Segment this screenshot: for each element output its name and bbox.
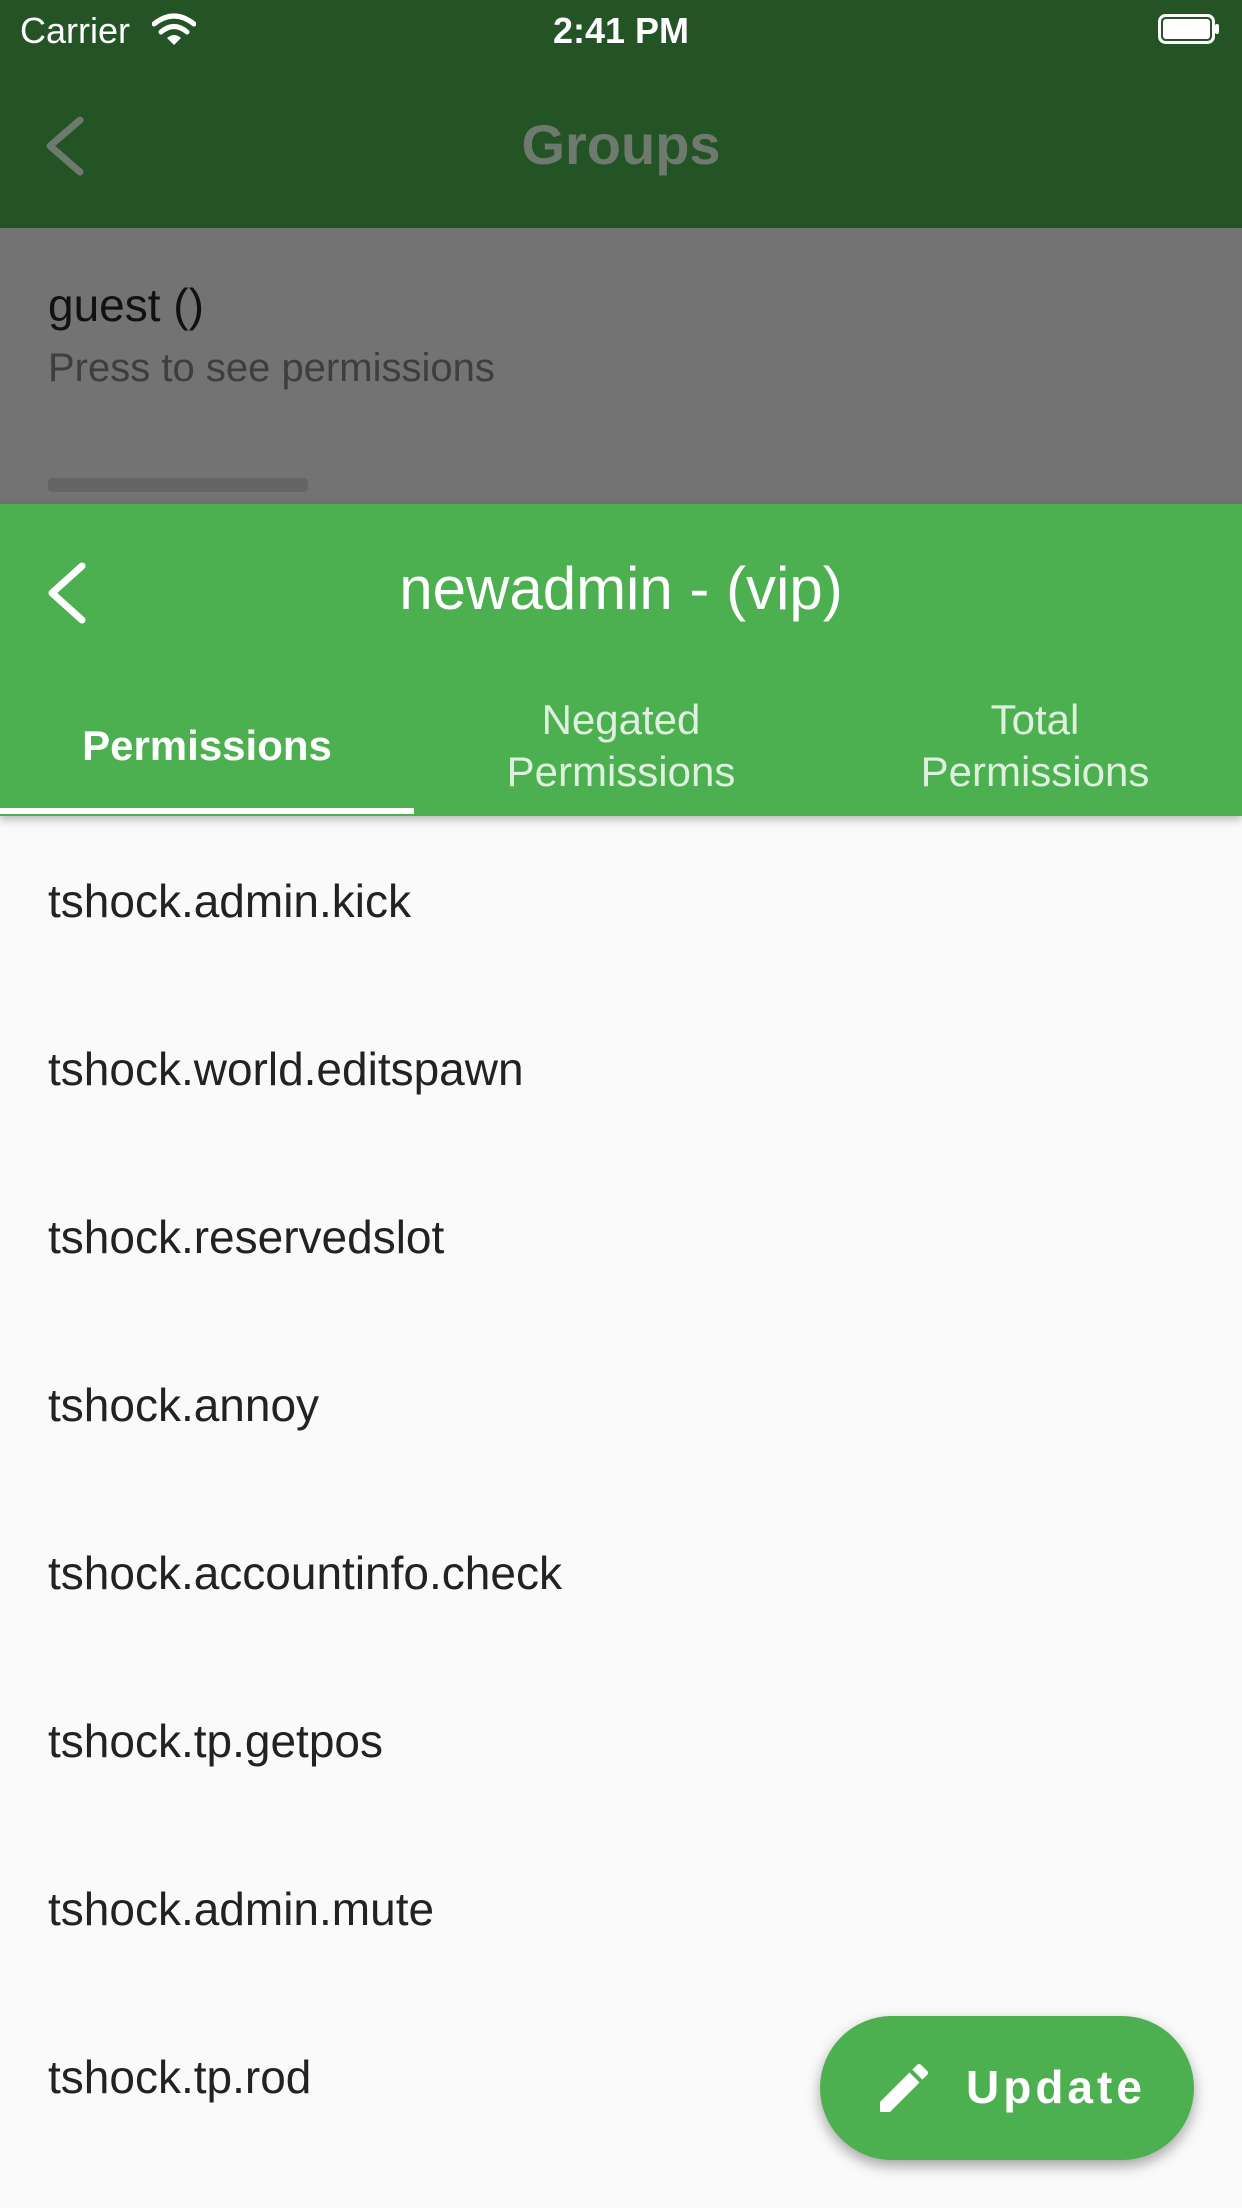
sheet-title: newadmin - (vip) — [399, 555, 843, 622]
status-bar: Carrier 2:41 PM — [0, 0, 1242, 64]
list-item[interactable]: tshock.annoy — [0, 1320, 1242, 1488]
group-title: guest () — [48, 279, 204, 331]
tab-label-line2: Permissions — [506, 748, 736, 795]
background-page-title: Groups — [521, 113, 721, 176]
tab-label-line2: Permissions — [920, 748, 1150, 795]
permission-label: tshock.admin.mute — [48, 1883, 435, 1935]
sheet-header: newadmin - (vip) Permissions Negated Per… — [0, 504, 1242, 816]
list-item[interactable]: tshock.admin.kick — [0, 816, 1242, 984]
list-item[interactable]: tshock.world.editspawn — [0, 984, 1242, 1152]
update-button[interactable]: Update — [820, 2016, 1194, 2160]
permission-label: tshock.world.editspawn — [48, 1043, 524, 1095]
permission-label: tshock.admin.kick — [48, 875, 412, 927]
tab-negated-permissions[interactable]: Negated Permissions — [414, 684, 828, 816]
obscured-list-item — [48, 478, 308, 492]
pencil-icon — [880, 2063, 929, 2112]
permission-label: tshock.annoy — [48, 1379, 320, 1431]
list-item[interactable]: tshock.tp.getpos — [0, 1656, 1242, 1824]
permission-list: tshock.admin.kick tshock.world.editspawn… — [0, 816, 1242, 2160]
permission-label: tshock.tp.getpos — [48, 1715, 383, 1767]
permission-label: tshock.reservedslot — [48, 1211, 445, 1263]
tab-total-permissions[interactable]: Total Permissions — [828, 684, 1242, 816]
list-item[interactable]: tshock.reservedslot — [0, 1152, 1242, 1320]
permission-label: tshock.accountinfo.check — [48, 1547, 562, 1599]
background-app-bar: Groups — [0, 64, 1242, 228]
background-group-list: guest () Press to see permissions — [0, 228, 1242, 504]
permissions-sheet: newadmin - (vip) Permissions Negated Per… — [0, 504, 1242, 2208]
battery-icon — [1158, 14, 1219, 44]
list-item[interactable]: tshock.accountinfo.check — [0, 1488, 1242, 1656]
tab-indicator — [0, 808, 414, 814]
tab-label-line1: Negated — [541, 696, 701, 743]
group-subtitle: Press to see permissions — [48, 346, 495, 390]
list-item[interactable]: tshock.admin.mute — [0, 1824, 1242, 1992]
update-button-label: Update — [966, 2061, 1146, 2113]
tab-permissions[interactable]: Permissions — [0, 684, 414, 816]
tab-label-line1: Total — [990, 696, 1080, 743]
permission-label: tshock.tp.rod — [48, 2051, 312, 2103]
tab-label: Permissions — [82, 722, 332, 769]
status-time: 2:41 PM — [552, 10, 690, 51]
